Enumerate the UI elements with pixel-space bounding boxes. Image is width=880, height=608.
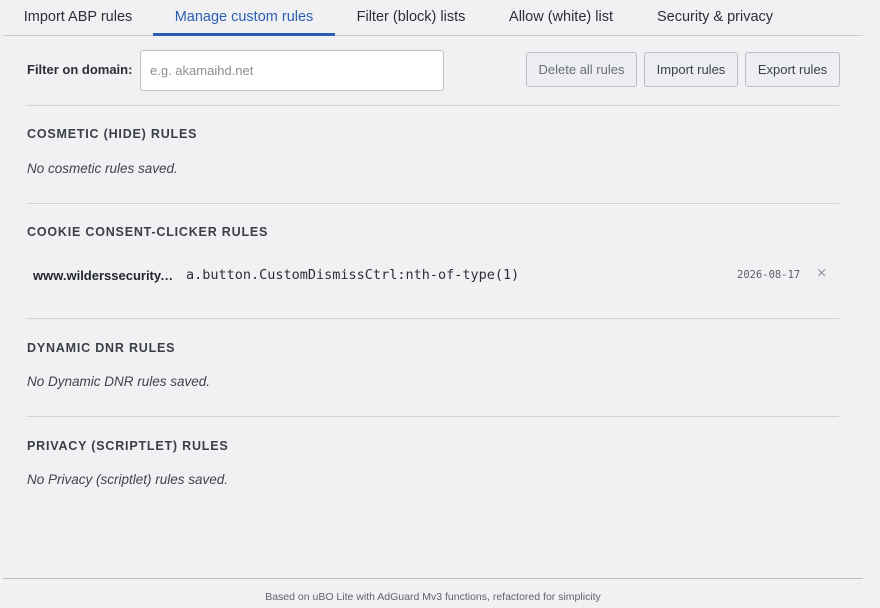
tab-filter-block-lists[interactable]: Filter (block) lists (335, 0, 487, 36)
section-title-privacy: PRIVACY (SCRIPTLET) RULES (27, 439, 229, 453)
section-divider (27, 416, 839, 417)
rule-date: 2026-08-17 (737, 269, 801, 281)
filter-domain-input[interactable] (140, 50, 444, 91)
empty-note-privacy: No Privacy (scriptlet) rules saved. (27, 472, 229, 487)
section-divider (27, 105, 839, 106)
rule-selector: a.button.CustomDismissCtrl:nth-of-type(1… (186, 267, 520, 283)
section-title-cookie: COOKIE CONSENT-CLICKER RULES (27, 225, 269, 239)
import-rules-button[interactable]: Import rules (644, 52, 738, 87)
tab-allow-white-list[interactable]: Allow (white) list (487, 0, 635, 36)
empty-note-cosmetic: No cosmetic rules saved. (27, 161, 178, 176)
footer-divider (3, 578, 863, 579)
rule-domain: www.wilderssecurity.com (33, 268, 175, 283)
section-divider (27, 203, 839, 204)
footer-text: Based on uBO Lite with AdGuard Mv3 funct… (265, 591, 601, 603)
empty-note-dnr: No Dynamic DNR rules saved. (27, 374, 211, 389)
section-title-cosmetic: COSMETIC (HIDE) RULES (27, 127, 198, 141)
filter-domain-label: Filter on domain: (27, 62, 133, 77)
rule-row: www.wilderssecurity.com a.button.CustomD… (27, 262, 839, 290)
tab-security-privacy[interactable]: Security & privacy (635, 0, 795, 36)
tab-manage-custom-rules[interactable]: Manage custom rules (153, 0, 335, 36)
tab-bar: Import ABP rules Manage custom rules Fil… (3, 0, 863, 36)
delete-all-rules-button[interactable]: Delete all rules (526, 52, 637, 87)
section-title-dnr: DYNAMIC DNR RULES (27, 341, 176, 355)
section-divider (27, 318, 839, 319)
tab-import-abp-rules[interactable]: Import ABP rules (3, 0, 153, 36)
remove-rule-icon[interactable]: × (817, 265, 826, 283)
export-rules-button[interactable]: Export rules (745, 52, 840, 87)
